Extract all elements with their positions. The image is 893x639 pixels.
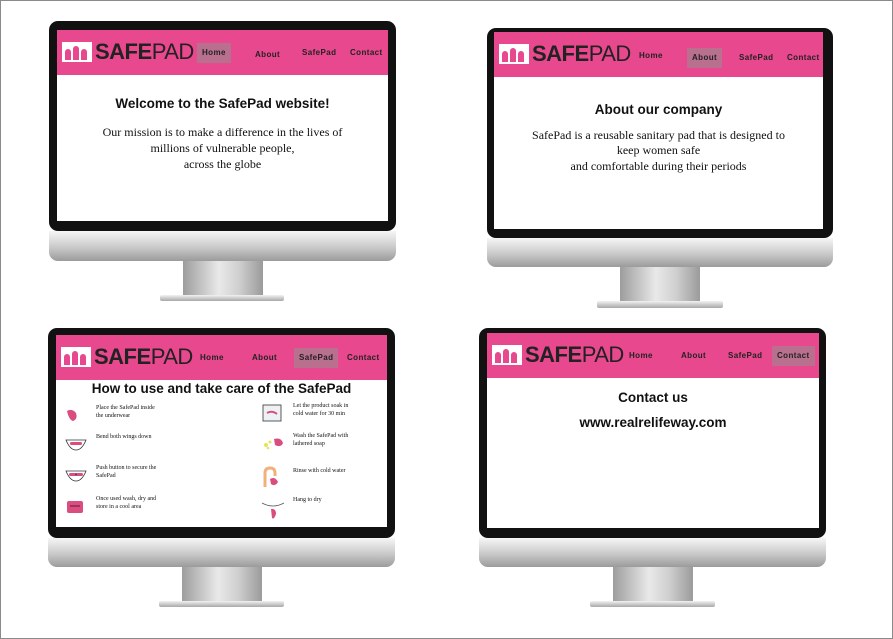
hanger-icon (261, 502, 285, 519)
monitor-stand (183, 261, 263, 295)
logo-text-bold: SAFE (95, 39, 152, 64)
underwear-pad-icon (67, 409, 77, 421)
nav-contact[interactable]: Contact (345, 43, 388, 63)
step-text: Rinse with cold water (293, 468, 346, 474)
logo[interactable]: SAFEPAD (62, 40, 194, 64)
nav-safepad[interactable]: SafePad (297, 43, 341, 63)
nav-contact[interactable]: Contact (782, 48, 823, 68)
screen-home: SAFEPAD Home About SafePad Contact Welco… (57, 30, 388, 221)
nav-home[interactable]: Home (624, 346, 658, 366)
logo[interactable]: SAFEPAD (61, 345, 193, 369)
nav-bar: SAFEPAD Home About SafePad Contact (487, 333, 819, 378)
nav-about[interactable]: About (687, 48, 723, 68)
mission-line-3: across the globe (183, 157, 262, 171)
step-item: Rinse with cold water (261, 463, 357, 487)
logo-text-thin: PAD (150, 344, 194, 369)
nav-about[interactable]: About (676, 346, 711, 366)
logo-text-thin: PAD (588, 41, 632, 66)
page-title: Contact us (618, 390, 688, 405)
nav-contact[interactable]: Contact (342, 348, 385, 368)
step-item: Push button to secure the SafePad (64, 465, 160, 485)
logo[interactable]: SAFEPAD (499, 42, 631, 66)
soak-icon (262, 404, 282, 422)
logo-icon (492, 345, 522, 365)
step-item: Place the SafePad inside the underwear (64, 405, 160, 425)
monitor-chin (487, 238, 833, 267)
logo-text-bold: SAFE (94, 344, 151, 369)
step-text: Push button to secure the SafePad (96, 465, 157, 479)
monitor-base (590, 601, 715, 607)
step-item: Once used wash, dry and store in a cool … (64, 496, 160, 516)
logo-text-bold: SAFE (532, 41, 589, 66)
tap-icon (263, 466, 278, 487)
nav-about[interactable]: About (250, 45, 285, 65)
page-title: About our company (594, 102, 723, 117)
nav-about[interactable]: About (247, 348, 282, 368)
button-icon (65, 470, 87, 482)
nav-safepad[interactable]: SafePad (723, 346, 767, 366)
logo-icon (62, 42, 92, 62)
screen-safepad: SAFEPAD Home About SafePad Contact How t… (56, 335, 387, 527)
nav-home[interactable]: Home (195, 348, 229, 368)
step-text: Once used wash, dry and store in a cool … (96, 496, 157, 510)
nav-safepad[interactable]: SafePad (734, 48, 778, 68)
soap-icon (264, 438, 283, 450)
screen-contact: SAFEPAD Home About SafePad Contact Conta… (487, 333, 819, 528)
monitor-chin (479, 538, 826, 567)
monitor-base (597, 301, 723, 308)
logo-icon (61, 347, 91, 367)
about-line-1: SafePad is a reusable sanitary pad that … (532, 128, 785, 142)
monitor-base (159, 601, 284, 607)
logo-text-bold: SAFE (525, 342, 582, 367)
nav-home[interactable]: Home (634, 46, 668, 66)
step-item: Wash the SafePad with lathered soap (261, 433, 357, 453)
logo-text-thin: PAD (151, 39, 195, 64)
website-link[interactable]: www.realrelifeway.com (487, 415, 819, 430)
step-text: Bend both wings down (96, 434, 152, 440)
step-text: Let the product soak in cold water for 3… (293, 403, 349, 417)
step-item: Bend both wings down (64, 434, 160, 454)
about-line-2: keep women safe (616, 143, 701, 157)
nav-bar: SAFEPAD Home About SafePad Contact (57, 30, 388, 75)
logo[interactable]: SAFEPAD (492, 343, 624, 367)
step-item: Hang to dry (261, 497, 357, 521)
nav-home[interactable]: Home (197, 43, 231, 63)
page-title: How to use and take care of the SafePad (91, 381, 352, 396)
storage-bag-icon (67, 501, 83, 513)
monitor-chin (48, 538, 395, 567)
nav-contact[interactable]: Contact (772, 346, 815, 366)
logo-icon (499, 44, 529, 64)
mission-line-2: millions of vulnerable people, (150, 141, 295, 155)
about-line-3: and comfortable during their periods (570, 159, 747, 173)
step-text: Hang to dry (293, 497, 322, 503)
step-text: Wash the SafePad with lathered soap (293, 433, 349, 447)
page-title: Welcome to the SafePad website! (115, 96, 330, 111)
wings-icon (65, 439, 87, 451)
monitor-base (160, 295, 284, 301)
logo-text-thin: PAD (581, 342, 625, 367)
nav-bar: SAFEPAD Home About SafePad Contact (56, 335, 387, 380)
nav-bar: SAFEPAD Home About SafePad Contact (494, 32, 823, 77)
mission-line-1: Our mission is to make a difference in t… (102, 125, 343, 139)
monitor-stand (620, 267, 700, 301)
nav-safepad[interactable]: SafePad (294, 348, 339, 368)
monitor-stand (613, 567, 693, 601)
step-text: Place the SafePad inside the underwear (96, 405, 155, 419)
monitor-chin (49, 231, 396, 261)
screen-about: SAFEPAD Home About SafePad Contact About… (494, 32, 823, 229)
monitor-stand (182, 567, 262, 601)
step-item: Let the product soak in cold water for 3… (261, 403, 357, 423)
